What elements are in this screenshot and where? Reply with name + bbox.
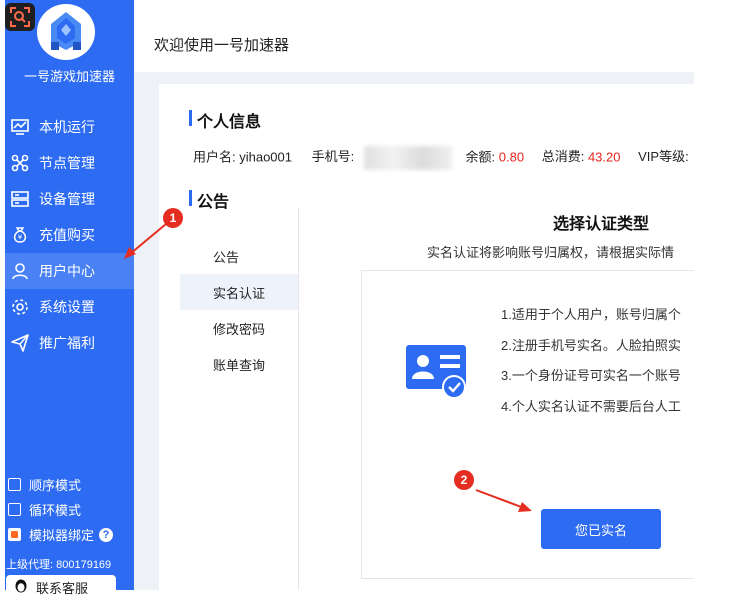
top-bar: 欢迎使用一号加速器 [134, 0, 740, 72]
nodes-icon [10, 153, 30, 173]
mode-label: 循环模式 [29, 503, 82, 518]
annotation-arrow-2 [475, 489, 532, 512]
sidebar: 一号游戏加速器 本机运行 节点管理 设备管理 ¥ 充值购买 用户中心 系统设置 … [5, 0, 134, 599]
server-icon [10, 189, 30, 209]
mode-loop[interactable]: 循环模式 [8, 500, 81, 519]
verification-title: 选择认证类型 [553, 216, 650, 233]
app-logo [37, 4, 95, 60]
sidebar-item-user-center[interactable]: 用户中心 [5, 253, 134, 289]
screen-capture-icon[interactable] [5, 3, 35, 31]
sequential-mode-checkbox[interactable] [8, 478, 21, 491]
tab-bill-query[interactable]: 账单查询 [180, 346, 298, 382]
sidebar-item-nodes[interactable]: 节点管理 [5, 145, 134, 181]
help-icon[interactable]: ? [99, 527, 114, 542]
user-icon [10, 261, 30, 281]
verification-rule-3: 3.一个身份证号可实名一个账号 [501, 368, 681, 383]
balance-label: 余额: [465, 149, 496, 165]
sidebar-item-devices[interactable]: 设备管理 [5, 181, 134, 217]
phone-label: 手机号: [311, 149, 355, 165]
balance-value: 0.80 [498, 149, 525, 165]
app-name: 一号游戏加速器 [23, 69, 115, 84]
tabs-divider [298, 208, 299, 590]
sidebar-item-local-run[interactable]: 本机运行 [5, 109, 134, 145]
loop-mode-checkbox[interactable] [8, 503, 21, 516]
verified-button[interactable]: 您已实名 [541, 509, 661, 549]
username: 用户名: yihao001 [193, 149, 292, 165]
annotation-arrow-1 [124, 223, 167, 259]
mode-label: 顺序模式 [29, 478, 82, 493]
profile-info-row: 用户名: yihao001 手机号: 余额: 0.80 总消费: 43.20 V… [193, 146, 689, 170]
sidebar-item-label: 用户中心 [39, 263, 95, 279]
sidebar-item-settings[interactable]: 系统设置 [5, 289, 134, 325]
emulator-binding-checkbox[interactable] [8, 528, 21, 541]
spent-value: 43.20 [587, 149, 621, 165]
agent-info: 上级代理: 800179169 [6, 559, 112, 571]
mode-emulator-binding[interactable]: 模拟器绑定 ? [8, 525, 114, 544]
spent-label: 总消费: [541, 149, 585, 165]
sidebar-item-label: 节点管理 [39, 155, 95, 171]
sidebar-item-label: 本机运行 [39, 119, 95, 135]
verification-rule-4: 4.个人实名认证不需要后台人工 [501, 399, 681, 414]
money-bag-icon: ¥ [10, 225, 30, 245]
verification-rule-2: 2.注册手机号实名。人脸拍照实 [501, 338, 681, 353]
right-edge-mask [694, 72, 740, 590]
tab-real-name[interactable]: 实名认证 [180, 274, 298, 310]
verification-description: 实名认证将影响账号归属权，请根据实际情 [427, 245, 675, 260]
svg-text:¥: ¥ [18, 234, 23, 242]
sidebar-item-label: 推广福利 [39, 335, 95, 351]
contact-service-button[interactable]: 联系客服 [6, 575, 116, 599]
mode-label: 模拟器绑定 [29, 528, 95, 543]
tab-label: 账单查询 [213, 357, 266, 373]
sidebar-item-label: 充值购买 [39, 227, 95, 243]
account-tabs: 公告 实名认证 修改密码 账单查询 [180, 208, 298, 590]
phone-redacted [363, 146, 452, 170]
tab-label: 修改密码 [213, 321, 266, 337]
tab-label: 实名认证 [213, 285, 266, 301]
penguin-icon [14, 578, 28, 596]
profile-section-title: 个人信息 [189, 108, 261, 132]
gear-icon [10, 297, 30, 317]
contact-label: 联系客服 [36, 580, 89, 596]
annotation-marker-2: 2 [454, 470, 474, 490]
vip-label: VIP等级: [638, 149, 689, 165]
tab-notice[interactable]: 公告 [180, 238, 298, 274]
verification-rule-1: 1.适用于个人用户，账号归属个 [501, 307, 681, 322]
tab-change-password[interactable]: 修改密码 [180, 310, 298, 346]
sidebar-item-label: 系统设置 [39, 299, 95, 315]
welcome-text: 欢迎使用一号加速器 [154, 37, 290, 54]
sidebar-item-label: 设备管理 [39, 191, 95, 207]
mode-sequential[interactable]: 顺序模式 [8, 475, 81, 494]
tab-label: 公告 [213, 249, 240, 265]
sidebar-nav: 本机运行 节点管理 设备管理 ¥ 充值购买 用户中心 系统设置 推广福利 [5, 109, 134, 361]
sidebar-item-promotion[interactable]: 推广福利 [5, 325, 134, 361]
monitor-chart-icon [10, 117, 30, 137]
sidebar-item-recharge[interactable]: ¥ 充值购买 [5, 217, 134, 253]
send-icon [10, 333, 30, 353]
id-card-icon [404, 343, 468, 406]
